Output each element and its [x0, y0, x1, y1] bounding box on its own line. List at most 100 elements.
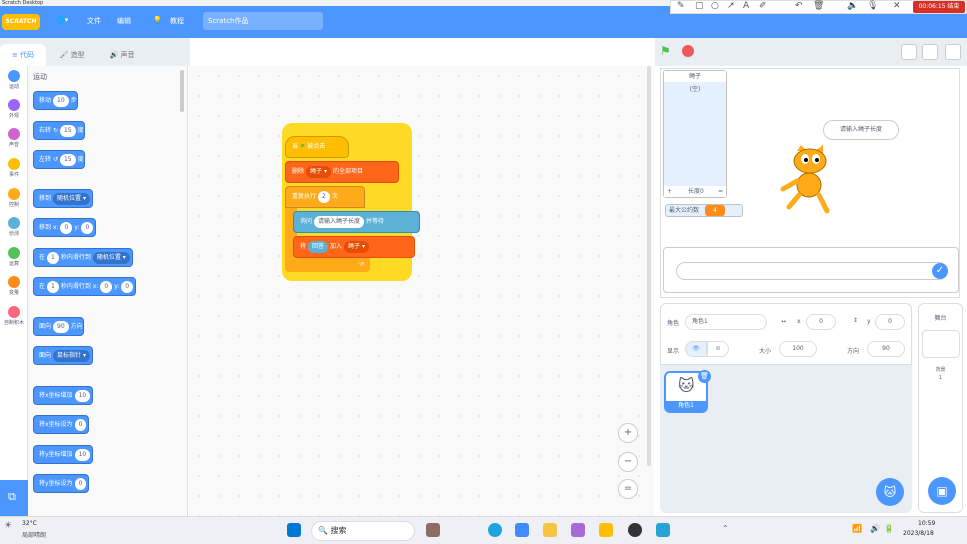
block-move[interactable]: 移动 10 步	[33, 91, 78, 110]
windows-start-icon[interactable]	[287, 523, 301, 537]
folder-icon[interactable]	[543, 523, 557, 537]
block-input[interactable]: 2	[318, 190, 330, 203]
taskbar-search[interactable]: 🔍 搜索	[311, 521, 415, 541]
block-turn-left[interactable]: 左转 ↺ 15 度	[33, 150, 85, 169]
list-monitor[interactable]: 绳子 (空) + 长度0 =	[663, 70, 727, 198]
close-icon[interactable]: ✕	[893, 1, 901, 11]
x-input[interactable]: 0	[806, 314, 836, 330]
category-operators[interactable]: 运算	[2, 247, 26, 267]
category-my-blocks[interactable]: 自制积木	[2, 306, 26, 326]
block-goto-xy[interactable]: 移到 x: 0 y: 0	[33, 218, 97, 237]
sprite-thumbnail[interactable]: 🐱 角色1 🗑	[664, 370, 711, 413]
block-set-x[interactable]: 将x坐标设为 0	[33, 415, 90, 434]
menu-file[interactable]: 文件	[87, 16, 101, 26]
script-delete-all[interactable]: 删除 绳子 ▾ 的全部项目	[285, 161, 399, 183]
script-ask-and-wait[interactable]: 询问 请输入绳子长度 并等待	[293, 211, 420, 233]
battery-icon[interactable]: 🔋	[884, 524, 894, 533]
sprite-name-input[interactable]: 角色1	[685, 314, 767, 330]
category-sound[interactable]: 声音	[2, 128, 26, 148]
stop-icon[interactable]	[682, 45, 694, 57]
trash-icon[interactable]: 🗑	[813, 1, 824, 11]
palette-scrollbar[interactable]	[180, 70, 184, 112]
zoom-out-button[interactable]: −	[618, 452, 638, 472]
category-events[interactable]: 事件	[2, 158, 26, 178]
category-looks[interactable]: 外观	[2, 99, 26, 119]
list-add-button[interactable]: +	[667, 186, 672, 197]
block-input[interactable]: 15	[59, 153, 76, 166]
block-input[interactable]: 0	[74, 418, 87, 431]
script-add-to-list[interactable]: 将回答 加入 绳子 ▾	[293, 236, 415, 258]
menu-edit[interactable]: 编辑	[117, 16, 131, 26]
edge-icon[interactable]	[488, 523, 502, 537]
size-input[interactable]: 100	[779, 341, 817, 357]
block-input[interactable]: 15	[59, 124, 76, 137]
stage[interactable]: 绳子 (空) + 长度0 = 最大公约数 4 请输入绳子长度 ✓	[660, 68, 960, 298]
pencil-icon[interactable]: ✎	[677, 1, 685, 11]
block-input[interactable]: 10	[74, 448, 91, 461]
fullscreen-icon[interactable]	[945, 44, 961, 60]
globe-icon[interactable]: 🌐▾	[56, 16, 68, 24]
block-set-y[interactable]: 将y坐标设为 0	[33, 474, 90, 493]
small-stage-icon[interactable]	[901, 44, 917, 60]
block-input[interactable]: 请输入绳子长度	[314, 215, 365, 228]
volume-icon[interactable]: 🔊	[870, 524, 880, 533]
add-extension-button[interactable]: ⧉	[0, 480, 28, 516]
tab-sounds[interactable]: 🔊 声音	[98, 44, 146, 66]
undo-icon[interactable]: ↶	[795, 1, 803, 11]
block-glide[interactable]: 在 1 秒内滑行到 随机位置 ▾	[33, 248, 133, 267]
block-dropdown[interactable]: 鼠标指针 ▾	[53, 349, 90, 362]
speaker-icon[interactable]: 🔈	[847, 1, 858, 11]
app-icon[interactable]	[515, 523, 529, 537]
green-flag-icon[interactable]: ⚑	[660, 44, 671, 58]
category-variables[interactable]: 变量	[2, 276, 26, 296]
ask-input[interactable]	[676, 262, 948, 280]
list-resize-handle[interactable]: =	[718, 186, 723, 197]
block-goto[interactable]: 移到 随机位置 ▾	[33, 189, 93, 208]
weather-icon[interactable]: ☀	[4, 521, 12, 531]
block-input[interactable]: 1	[47, 280, 59, 293]
menu-tutorials[interactable]: 教程	[170, 16, 184, 26]
wifi-icon[interactable]: 📶	[852, 524, 862, 533]
category-sensing[interactable]: 侦测	[2, 217, 26, 237]
large-stage-icon[interactable]	[922, 44, 938, 60]
zoom-in-button[interactable]: +	[618, 423, 638, 443]
block-input[interactable]: 0	[121, 280, 134, 293]
app-icon[interactable]	[656, 523, 670, 537]
cat-sprite[interactable]	[779, 145, 839, 217]
block-input[interactable]: 10	[74, 389, 91, 402]
block-change-x[interactable]: 将x坐标增加 10	[33, 386, 94, 405]
highlighter-icon[interactable]: ✐	[759, 1, 767, 11]
script-repeat[interactable]: 重复执行 2 次	[285, 186, 365, 208]
code-workspace[interactable]: 当 ⚑ 被点击 删除 绳子 ▾ 的全部项目 重复执行 2 次 询问 请输入绳子长度 并等待 …	[189, 66, 654, 516]
answer-reporter[interactable]: 回答	[308, 240, 329, 253]
block-point-towards[interactable]: 面向 鼠标指针 ▾	[33, 346, 93, 365]
stage-thumbnail[interactable]	[921, 330, 960, 358]
mic-icon[interactable]: 🎙	[867, 1, 878, 11]
arrow-icon[interactable]: ↗	[727, 1, 735, 11]
delete-sprite-icon[interactable]: 🗑	[698, 370, 711, 383]
stage-target-pane[interactable]: 舞台 背景 1 ▣	[918, 303, 963, 513]
y-input[interactable]: 0	[875, 314, 905, 330]
block-input[interactable]: 1	[47, 251, 59, 264]
block-glide-xy[interactable]: 在 1 秒内滑行到 x: 0 y: 0	[33, 277, 137, 296]
block-dropdown[interactable]: 随机位置 ▾	[92, 251, 130, 264]
rectangle-icon[interactable]: ▢	[695, 1, 704, 11]
variable-monitor[interactable]: 最大公约数 4	[665, 204, 743, 217]
scratch-logo[interactable]: SCRATCH	[2, 14, 40, 30]
block-input[interactable]: 10	[53, 94, 69, 107]
category-control[interactable]: 控制	[2, 188, 26, 208]
list-dropdown[interactable]: 绳子 ▾	[344, 240, 369, 253]
choose-sprite-button[interactable]: 🐱	[876, 478, 904, 506]
script-when-flag-clicked[interactable]: 当 ⚑ 被点击	[285, 136, 349, 158]
block-dropdown[interactable]: 随机位置 ▾	[53, 192, 90, 205]
block-point-direction[interactable]: 面向 90 方向	[33, 317, 84, 336]
check-icon[interactable]: ✓	[932, 263, 948, 279]
circle-icon[interactable]: ○	[711, 1, 719, 11]
project-title-input[interactable]: Scratch作品	[203, 12, 323, 30]
workspace-scrollbar[interactable]	[647, 66, 651, 466]
tab-costumes[interactable]: 🖌 造型	[48, 44, 96, 66]
list-dropdown[interactable]: 绳子 ▾	[306, 165, 331, 178]
block-input[interactable]: 0	[81, 221, 94, 234]
block-change-y[interactable]: 将y坐标增加 10	[33, 445, 94, 464]
block-input[interactable]: 0	[60, 221, 73, 234]
